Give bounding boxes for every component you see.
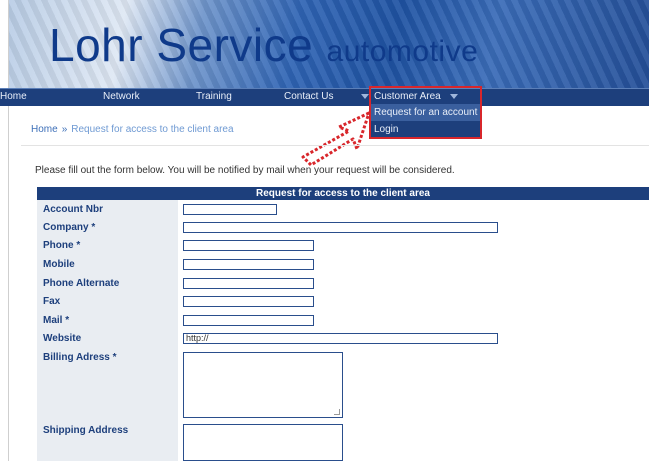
breadcrumb-current: Request for access to the client area: [71, 124, 234, 135]
shipping-address-textarea[interactable]: [183, 424, 343, 461]
chevron-down-icon: [361, 94, 369, 99]
nav-network[interactable]: Network: [103, 91, 140, 102]
breadcrumb: Home» Request for access to the client ar…: [31, 124, 234, 135]
phone-input[interactable]: [183, 240, 314, 251]
website-input[interactable]: http://: [183, 333, 498, 344]
label-billing-address: Billing Adress *: [43, 352, 117, 363]
account-nbr-input[interactable]: [183, 204, 277, 215]
label-website: Website: [43, 333, 82, 344]
label-company: Company *: [43, 222, 96, 233]
nav-home[interactable]: Home: [0, 91, 27, 102]
company-input[interactable]: [183, 222, 498, 233]
highlight-box: [369, 86, 482, 139]
label-phone: Phone *: [43, 240, 81, 251]
mail-input[interactable]: [183, 315, 314, 326]
resize-grip-icon[interactable]: [334, 409, 340, 415]
site-banner: Lohr Service automotive: [9, 0, 649, 88]
label-mail: Mail *: [43, 315, 70, 326]
form-intro: Please fill out the form below. You will…: [35, 165, 455, 176]
label-mobile: Mobile: [43, 259, 75, 270]
billing-address-textarea[interactable]: [183, 352, 343, 418]
mobile-input[interactable]: [183, 259, 314, 270]
label-shipping-address: Shipping Address: [43, 425, 129, 436]
label-fax: Fax: [43, 296, 61, 307]
brand-sub: automotive: [326, 35, 479, 68]
main-nav: Home Network Training Contact Us Custome…: [0, 88, 649, 106]
brand-name: Lohr Service: [49, 19, 314, 71]
site-logo[interactable]: Lohr Service automotive: [49, 18, 478, 72]
breadcrumb-home[interactable]: Home: [31, 124, 58, 135]
nav-training[interactable]: Training: [196, 91, 232, 102]
nav-contact-us[interactable]: Contact Us: [284, 91, 333, 102]
label-phone-alternate: Phone Alternate: [43, 278, 120, 289]
breadcrumb-separator: »: [61, 124, 68, 135]
divider: [21, 145, 649, 146]
form-title: Request for access to the client area: [37, 187, 649, 200]
fax-input[interactable]: [183, 296, 314, 307]
phone-alternate-input[interactable]: [183, 278, 314, 289]
label-account-nbr: Account Nbr: [43, 204, 103, 215]
